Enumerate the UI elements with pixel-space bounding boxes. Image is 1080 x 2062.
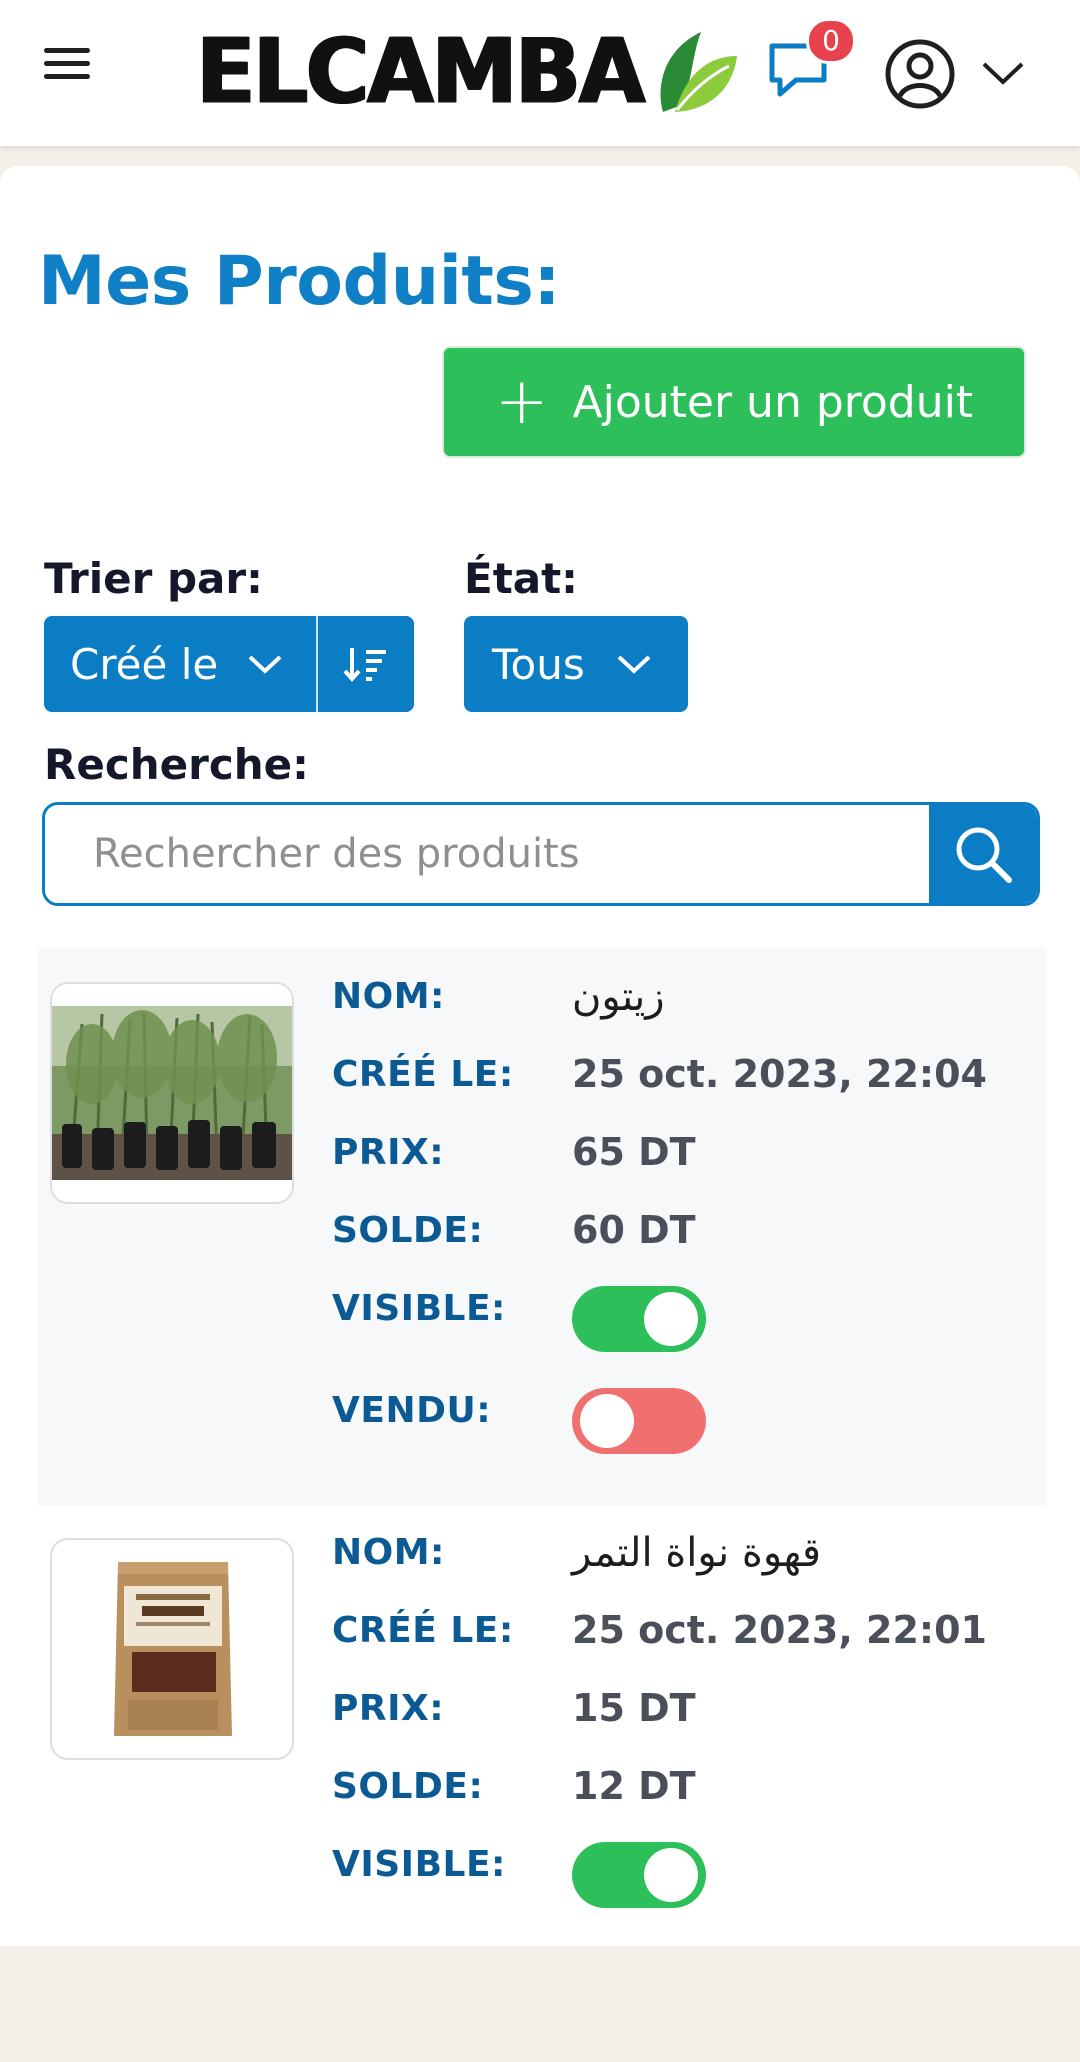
price-label: PRIX: (332, 1132, 445, 1173)
hamburger-menu-icon[interactable] (44, 48, 92, 92)
search-button[interactable] (929, 805, 1037, 903)
name-label: NOM: (332, 1532, 445, 1573)
product-name: زيتون (572, 974, 665, 1020)
product-name: قهوة نواة التمر (572, 1530, 822, 1576)
sold-label: VENDU: (332, 1390, 492, 1431)
created-label: CRÉÉ LE: (332, 1610, 514, 1651)
name-label: NOM: (332, 976, 445, 1017)
product-image-date-seed-coffee[interactable] (50, 1538, 294, 1760)
sort-direction-button[interactable] (316, 616, 414, 712)
plus-icon: + (494, 365, 549, 439)
coffee-pouch-image (52, 1540, 292, 1758)
product-image-olive-seedlings[interactable] (50, 982, 294, 1204)
visible-toggle[interactable] (572, 1286, 706, 1352)
toggle-knob (644, 1848, 698, 1902)
sort-by-value: Créé le (70, 639, 219, 689)
chevron-down-icon (982, 62, 1024, 85)
sort-descending-icon (343, 648, 386, 683)
toggle-knob (644, 1292, 698, 1346)
product-price: 65 DT (572, 1130, 696, 1174)
state-filter-select[interactable]: Tous (464, 616, 688, 712)
visible-label: VISIBLE: (332, 1288, 506, 1329)
state-label: État: (464, 554, 578, 603)
notification-badge: 0 (806, 18, 856, 64)
sale-label: SOLDE: (332, 1766, 484, 1807)
add-product-label: Ajouter un produit (572, 376, 974, 428)
search-icon (956, 827, 1012, 883)
search-input[interactable] (45, 805, 929, 903)
product-created-date: 25 oct. 2023, 22:01 (572, 1608, 987, 1652)
visible-toggle[interactable] (572, 1842, 706, 1908)
add-product-button[interactable]: + Ajouter un produit (442, 346, 1026, 458)
sort-label: Trier par: (44, 554, 263, 603)
product-item[interactable]: NOM: زيتون CRÉÉ LE: 25 oct. 2023, 22:04 … (38, 948, 1046, 1506)
sort-control: Créé le (44, 616, 414, 712)
product-sale-price: 12 DT (572, 1764, 696, 1808)
product-item[interactable]: NOM: قهوة نواة التمر CRÉÉ LE: 25 oct. 20… (38, 1504, 1046, 2062)
chevron-down-icon (248, 655, 282, 674)
sort-by-select[interactable]: Créé le (44, 616, 316, 712)
chevron-down-icon (617, 655, 651, 674)
account-button[interactable] (884, 38, 956, 110)
product-created-date: 25 oct. 2023, 22:04 (572, 1052, 987, 1096)
leaf-logo-icon (660, 32, 737, 112)
search-label: Recherche: (44, 740, 309, 789)
logo-wordmark: ELCAMBA (196, 19, 645, 125)
product-price: 15 DT (572, 1686, 696, 1730)
product-sale-price: 60 DT (572, 1208, 696, 1252)
top-app-bar: ELCAMBA 0 (0, 0, 1080, 146)
toggle-knob (580, 1394, 634, 1448)
search-bar (42, 802, 1040, 906)
sold-toggle[interactable] (572, 1388, 706, 1454)
account-dropdown-toggle[interactable] (980, 58, 1026, 88)
olive-seedlings-image (52, 1006, 292, 1180)
created-label: CRÉÉ LE: (332, 1054, 514, 1095)
user-avatar-icon (885, 39, 955, 109)
state-filter-value: Tous (492, 639, 585, 689)
page-title: Mes Produits: (38, 242, 561, 321)
visible-label: VISIBLE: (332, 1844, 506, 1885)
products-card: Mes Produits: + Ajouter un produit Trier… (0, 166, 1080, 1946)
price-label: PRIX: (332, 1688, 445, 1729)
elcamba-logo[interactable]: ELCAMBA (196, 20, 741, 124)
sale-label: SOLDE: (332, 1210, 484, 1251)
